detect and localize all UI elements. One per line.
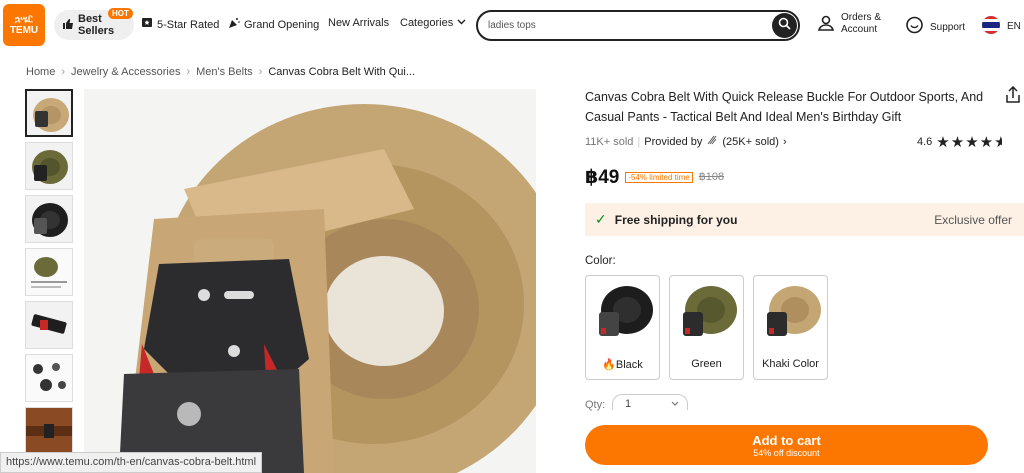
color-option-label: Black [615,359,643,371]
thumbnail-accessories[interactable] [25,354,73,402]
breadcrumb: Home › Jewelry & Accessories › Men's Bel… [26,66,415,78]
exclusive-offer-text: Exclusive offer [934,212,1012,227]
discount-badge: -54% limited time [625,172,693,183]
thumbnail-belt-flat[interactable] [25,301,73,349]
share-icon[interactable] [1005,85,1021,109]
hot-badge: HOT [108,8,133,19]
breadcrumb-jewelry[interactable]: Jewelry & Accessories [71,66,180,78]
product-title: Canvas Cobra Belt With Quick Release Buc… [585,90,984,124]
search-bar [476,10,800,41]
search-icon [778,17,791,35]
user-icon [817,14,835,35]
add-to-cart-button[interactable]: Add to cart 54% off discount [585,425,988,465]
party-icon [228,17,240,32]
thailand-flag-icon [981,15,1001,38]
breadcrumb-separator: › [61,66,66,78]
seller-sold-link[interactable]: (25K+ sold) [722,136,779,148]
thumbnail-size-chart[interactable] [25,248,73,296]
thumbs-up-icon [62,18,74,33]
breadcrumb-home[interactable]: Home [26,66,55,78]
color-option-label: Green [691,358,722,370]
color-option-green[interactable]: Green [669,275,744,380]
support-link[interactable]: Support [905,16,965,38]
breadcrumb-current: Canvas Cobra Belt With Qui... [268,66,416,78]
status-bar-url: https://www.temu.com/th-en/canvas-cobra-… [0,452,263,473]
provided-by-label: Provided by [644,135,703,148]
rating-value: 4.6 [917,136,933,148]
free-shipping-text: Free shipping for you [614,212,738,227]
current-price: ฿49 [585,167,620,188]
color-option-khaki[interactable]: Khaki Color [753,275,828,380]
add-to-cart-discount: 54% off discount [753,447,820,458]
nav-categories[interactable]: Categories [400,17,466,29]
check-icon: ✓ [595,211,607,227]
thumbnail-green[interactable] [25,142,73,190]
rating[interactable]: 4.6 ★★★★★ [917,133,1002,151]
chevron-down-icon [671,398,679,410]
original-price: ฿108 [698,171,725,183]
fire-icon: 🔥 [602,359,616,371]
breadcrumb-mens-belts[interactable]: Men's Belts [196,66,253,78]
temu-logo[interactable]: ኋሤᏝ TEMU [3,4,45,46]
star-rating-icon: ★★★★★ [936,134,1003,151]
add-to-cart-label: Add to cart [752,432,821,448]
nav-five-star-rated[interactable]: 5-Star Rated [141,17,219,32]
qty-select[interactable]: 1 [612,394,688,410]
orders-account-link[interactable]: Orders & Account [817,12,881,36]
search-input[interactable] [488,20,738,31]
nav-new-arrivals[interactable]: New Arrivals [328,17,389,29]
language-selector[interactable]: EN [981,15,1021,38]
price-row: ฿49 -54% limited time ฿108 [585,166,724,189]
chat-bubble-icon [905,16,924,38]
product-meta: 11K+ sold | Provided by (25K+ sold) › [585,134,787,149]
seller-logo-icon [706,134,718,149]
sold-count: 11K+ sold [585,135,634,148]
main-product-image[interactable] [84,89,536,473]
search-button[interactable] [772,13,797,38]
thumbnail-black[interactable] [25,195,73,243]
nav-grand-opening[interactable]: Grand Opening [228,17,319,32]
thumbnail-khaki[interactable] [25,89,73,137]
color-option-label: Khaki Color [762,358,819,370]
color-label: Color: [585,255,616,267]
chevron-down-icon [457,17,466,29]
color-option-black[interactable]: 🔥Black [585,275,660,380]
color-options: 🔥Black Green Khaki Color [585,275,828,380]
star-badge-icon [141,17,153,32]
breadcrumb-separator: › [258,66,263,78]
shipping-banner: ✓ Free shipping for you Exclusive offer [585,203,1024,236]
thumbnail-strip [25,89,75,460]
breadcrumb-separator: › [186,66,191,78]
site-header: ኋሤᏝ TEMU Best Sellers HOT 5-Star Rated G… [0,0,1024,52]
chevron-right-icon: › [782,135,787,148]
thumbnail-lifestyle[interactable] [25,407,73,455]
qty-label: Qty: [585,399,606,411]
